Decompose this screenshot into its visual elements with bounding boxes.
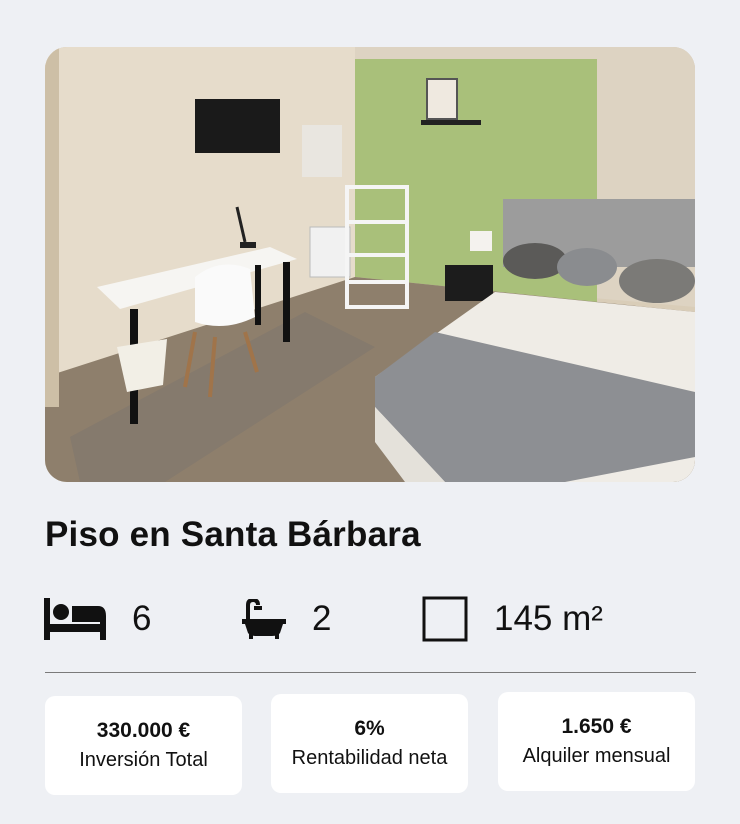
stat-label: Alquiler mensual <box>522 745 671 767</box>
bathrooms-count: 2 <box>312 599 332 638</box>
area-feature: 145 m² <box>422 596 603 642</box>
stat-value: 1.650 € <box>561 715 632 738</box>
stat-value: 330.000 € <box>96 719 191 742</box>
stat-label: Inversión Total <box>79 749 208 771</box>
stat-card-investment: 330.000 € Inversión Total <box>45 696 242 795</box>
square-icon <box>422 596 468 642</box>
stat-value: 6% <box>354 717 385 740</box>
bedrooms-feature: 6 <box>44 596 151 642</box>
bathrooms-feature: 2 <box>242 596 331 642</box>
stat-card-rent: 1.650 € Alquiler mensual <box>498 692 695 791</box>
bedroom-photo <box>45 47 695 482</box>
divider <box>45 672 696 673</box>
stat-label: Rentabilidad neta <box>291 747 448 769</box>
area-value: 145 m² <box>494 599 603 638</box>
bed-icon <box>44 598 106 640</box>
bedrooms-count: 6 <box>132 599 152 638</box>
listing-title: Piso en Santa Bárbara <box>45 515 421 554</box>
stat-card-yield: 6% Rentabilidad neta <box>271 694 468 793</box>
listing-photo[interactable] <box>45 47 695 482</box>
bathtub-icon <box>242 599 286 639</box>
